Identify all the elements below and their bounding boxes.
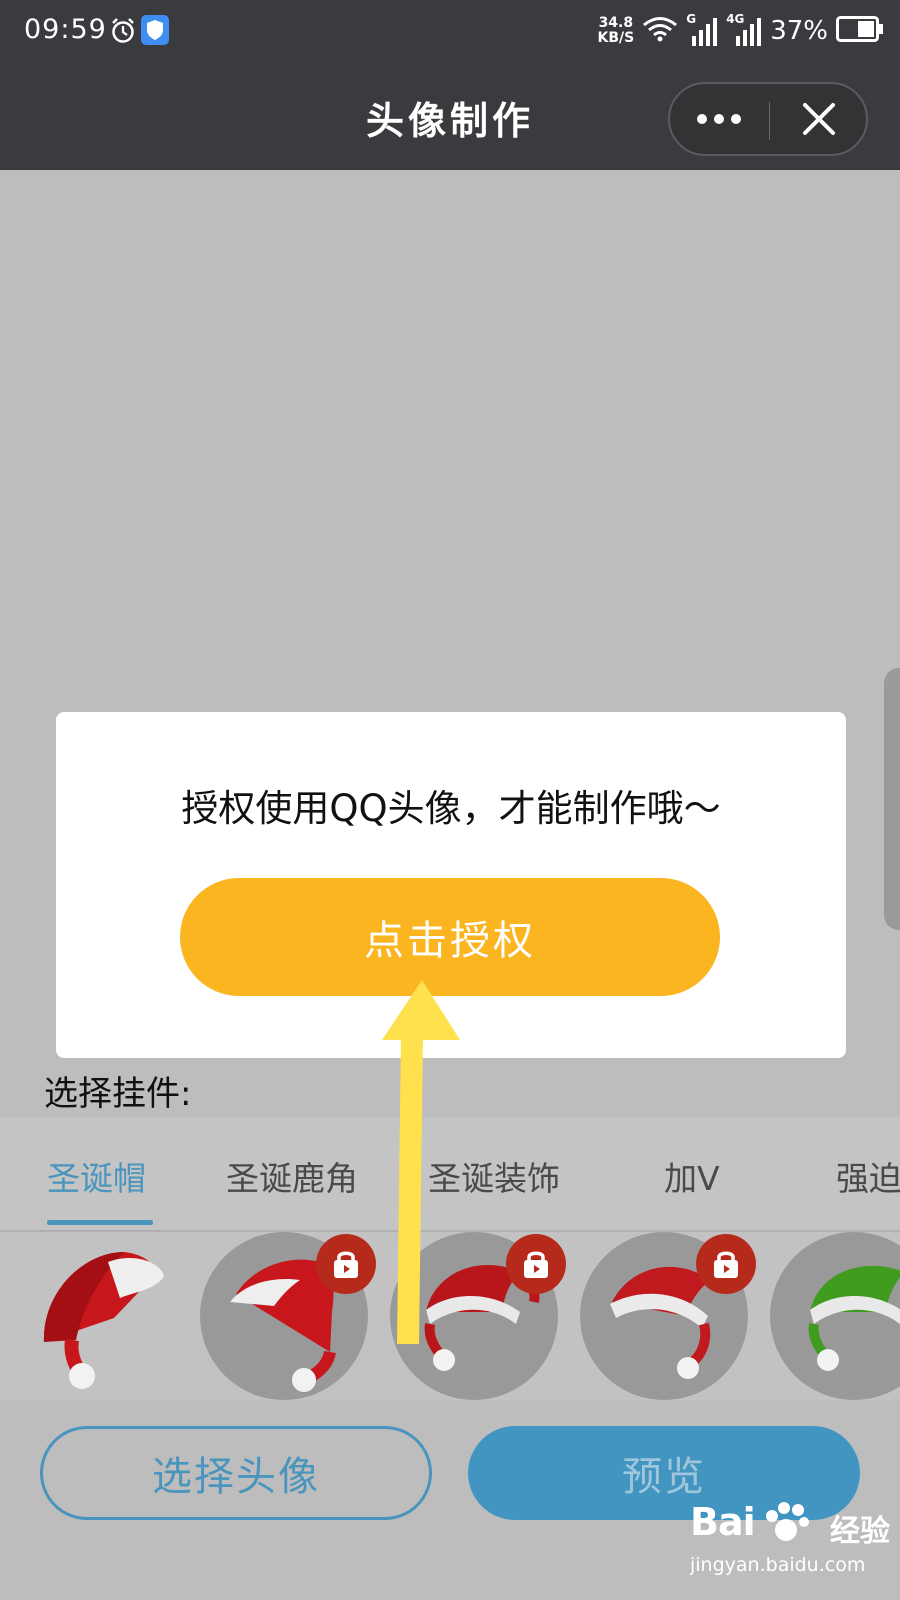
baidu-url: jingyan.baidu.com xyxy=(690,1554,866,1576)
annotation-arrow-icon xyxy=(382,980,460,1345)
paw-icon xyxy=(766,1502,809,1541)
baidu-jingyan-label: 经验 xyxy=(830,1514,890,1549)
baidu-watermark: Bai 经验 jingyan.baidu.com xyxy=(690,1500,890,1590)
baidu-logo: Bai xyxy=(690,1500,756,1544)
